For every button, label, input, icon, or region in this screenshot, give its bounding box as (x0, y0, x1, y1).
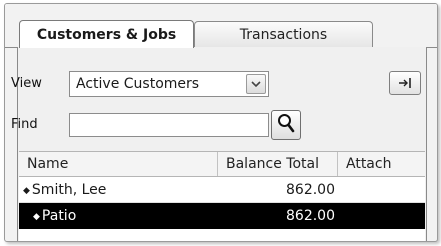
column-header-balance-total[interactable]: Balance Total (217, 152, 337, 176)
view-label: View (11, 76, 42, 91)
search-button[interactable] (271, 110, 301, 140)
row-balance: 862.00 (286, 208, 335, 224)
find-input[interactable] (69, 113, 269, 137)
view-dropdown[interactable]: Active Customers (69, 71, 269, 97)
search-icon (277, 113, 295, 137)
diamond-bullet-icon: ◆ (33, 212, 40, 222)
tab-transactions-label: Transactions (239, 26, 328, 43)
row-name: Patio (41, 208, 77, 224)
table-row[interactable]: ◆ Smith, Lee 862.00 (19, 177, 425, 203)
row-balance: 862.00 (286, 182, 335, 198)
table-row-selected[interactable]: ◆ Patio 862.00 (19, 203, 425, 229)
customer-list-table: Name Balance Total Attach ◆ Smith, Lee 86… (19, 151, 425, 241)
view-dropdown-value: Active Customers (76, 76, 200, 92)
chevron-down-icon[interactable] (246, 74, 266, 94)
row-name-cell: ◆ Patio (33, 203, 217, 229)
diamond-bullet-icon: ◆ (23, 186, 30, 196)
find-label: Find (11, 117, 38, 132)
row-name: Smith, Lee (31, 182, 107, 198)
column-header-attach[interactable]: Attach (337, 152, 425, 176)
table-header: Name Balance Total Attach (19, 151, 425, 177)
row-attach (337, 177, 425, 203)
row-attach (337, 203, 425, 229)
tab-transactions[interactable]: Transactions (194, 21, 373, 47)
tab-strip: Customers & Jobs Transactions (5, 4, 437, 48)
tab-customers-jobs[interactable]: Customers & Jobs (19, 20, 194, 48)
column-header-name[interactable]: Name (19, 152, 217, 176)
tab-customers-jobs-label: Customers & Jobs (36, 26, 177, 43)
customer-center-panel: Customers & Jobs Transactions View Activ… (4, 3, 438, 242)
row-name-cell: ◆ Smith, Lee (23, 177, 217, 203)
collapse-panel-button[interactable] (389, 71, 421, 95)
arrow-right-bar-icon (398, 74, 412, 93)
